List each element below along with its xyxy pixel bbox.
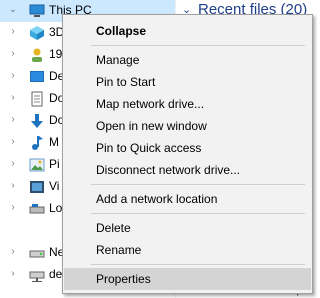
menu-item-add-network-location[interactable]: Add a network location (64, 188, 311, 210)
chevron-right-icon[interactable]: › (8, 49, 18, 59)
chevron-right-icon[interactable]: › (8, 203, 18, 213)
menu-item-label: Collapse (96, 24, 147, 38)
user-icon (29, 47, 45, 63)
menu-item-properties[interactable]: Properties (64, 268, 311, 290)
menu-item-label: Manage (96, 53, 140, 67)
menu-separator (91, 184, 305, 185)
menu-item-manage[interactable]: Manage (64, 49, 311, 71)
computer-icon (29, 3, 45, 19)
chevron-right-icon[interactable]: › (8, 269, 18, 279)
menu-item-rename[interactable]: Rename (64, 239, 311, 261)
chevron-down-icon[interactable]: ⌄ (8, 5, 18, 15)
documents-icon (29, 91, 45, 107)
chevron-right-icon[interactable]: › (8, 159, 18, 169)
menu-separator (91, 45, 305, 46)
3d-objects-icon (29, 25, 45, 41)
drive-icon (29, 245, 45, 261)
network-drive-icon (29, 267, 45, 283)
chevron-right-icon[interactable]: › (8, 71, 18, 81)
menu-separator (91, 213, 305, 214)
menu-item-disconnect-network-drive[interactable]: Disconnect network drive... (64, 159, 311, 181)
desktop-icon (29, 69, 45, 85)
pictures-icon (29, 157, 45, 173)
music-icon (29, 135, 45, 151)
menu-item-label: Disconnect network drive... (96, 163, 241, 177)
chevron-right-icon[interactable]: › (8, 27, 18, 37)
menu-item-label: Rename (96, 243, 142, 257)
menu-item-label: Open in new window (96, 119, 207, 133)
menu-item-pin-to-quick-access[interactable]: Pin to Quick access (64, 137, 311, 159)
tree-item-label: Pi (49, 157, 60, 171)
chevron-right-icon[interactable]: › (8, 93, 18, 103)
tree-item-label: M (49, 135, 59, 149)
menu-item-open-in-new-window[interactable]: Open in new window (64, 115, 311, 137)
menu-item-label: Properties (96, 272, 151, 286)
menu-item-label: Delete (96, 221, 131, 235)
downloads-icon (29, 113, 45, 129)
menu-item-label: Pin to Start (96, 75, 156, 89)
menu-separator (91, 264, 305, 265)
menu-item-label: Pin to Quick access (96, 141, 202, 155)
menu-item-map-network-drive[interactable]: Map network drive... (64, 93, 311, 115)
menu-item-collapse[interactable]: Collapse (64, 20, 311, 42)
chevron-right-icon[interactable]: › (8, 247, 18, 257)
chevron-right-icon[interactable]: › (8, 137, 18, 147)
tree-item-label: 19 (49, 47, 63, 61)
menu-item-delete[interactable]: Delete (64, 217, 311, 239)
tree-item-label: de (49, 267, 63, 281)
tree-item-label: Lo (49, 201, 63, 215)
local-disk-icon (29, 201, 45, 217)
menu-item-pin-to-start[interactable]: Pin to Start (64, 71, 311, 93)
context-menu: Collapse Manage Pin to Start Map network… (62, 14, 313, 294)
chevron-right-icon[interactable]: › (8, 115, 18, 125)
tree-item-label: Vi (49, 179, 60, 193)
chevron-right-icon[interactable]: › (8, 181, 18, 191)
menu-item-label: Add a network location (96, 192, 218, 206)
videos-icon (29, 179, 45, 195)
menu-item-label: Map network drive... (96, 97, 205, 111)
